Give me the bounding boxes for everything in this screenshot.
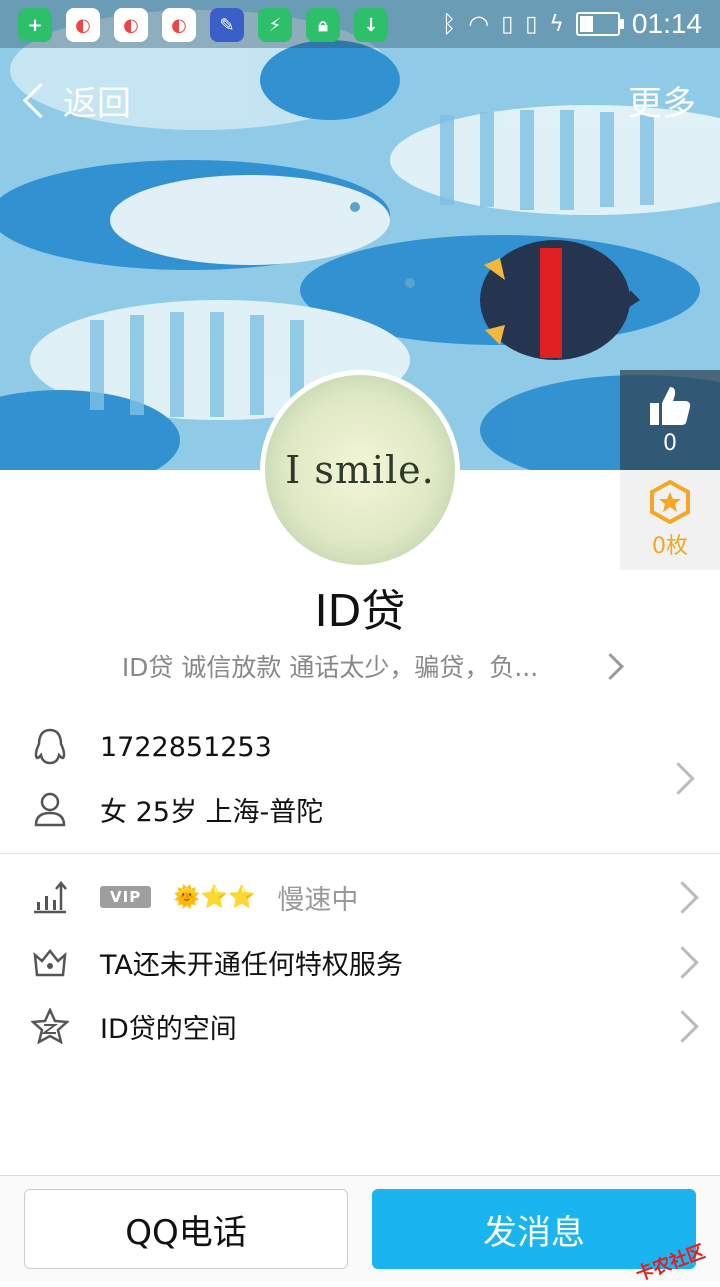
- chevron-right-icon: [597, 652, 624, 680]
- level-icons: 🌞⭐⭐: [173, 884, 256, 910]
- basic-info-row[interactable]: 女 25岁 上海-普陀: [0, 784, 720, 834]
- more-button[interactable]: 更多: [628, 76, 696, 125]
- level-info: VIP 🌞⭐⭐ 慢速中: [100, 878, 358, 917]
- space-row[interactable]: ID贷的空间: [0, 1001, 720, 1051]
- like-button[interactable]: 0: [620, 370, 720, 470]
- coin-button[interactable]: 0枚: [620, 470, 720, 570]
- chevron-right-icon: [666, 880, 699, 914]
- back-label: 返回: [63, 84, 131, 124]
- level-row[interactable]: VIP 🌞⭐⭐ 慢速中: [0, 872, 720, 922]
- bottom-action-bar: QQ电话 发消息 卡农社区: [0, 1175, 720, 1286]
- crown-icon: [30, 942, 70, 982]
- system-status: ᛒ ◠ ▯ ▯ ϟ 01:14: [442, 8, 702, 40]
- avatar[interactable]: I smile.: [260, 370, 460, 570]
- privilege-label: TA还未开通任何特权服务: [100, 949, 403, 981]
- browser-app-icon: ◐: [66, 8, 100, 42]
- qq-number-row[interactable]: 1722851253: [0, 722, 720, 772]
- chevron-right-icon: [666, 1009, 699, 1043]
- coin-count: 0枚: [652, 534, 688, 559]
- thumbs-up-icon: [650, 386, 691, 425]
- avatar-image: I smile.: [265, 375, 455, 565]
- nickname: ID贷: [314, 586, 406, 637]
- browser-app-icon: ◐: [114, 8, 148, 42]
- basic-info: 女 25岁 上海-普陀: [100, 796, 324, 828]
- divider: [0, 853, 720, 854]
- qq-number: 1722851253: [100, 731, 272, 763]
- sim1-icon: ▯: [501, 11, 514, 37]
- back-button[interactable]: 返回: [20, 76, 131, 125]
- battery-icon: [575, 12, 624, 36]
- penguin-icon: [30, 727, 70, 767]
- space-label: ID贷的空间: [100, 1013, 237, 1045]
- avatar-text: I smile.: [285, 448, 435, 492]
- vip-badge: VIP: [100, 886, 152, 908]
- charging-icon: ϟ: [549, 11, 564, 37]
- browser-app-icon: ◐: [162, 8, 196, 42]
- clock: 01:14: [631, 8, 702, 39]
- download-app-icon: ↓: [354, 8, 388, 42]
- qq-call-button[interactable]: QQ电话: [24, 1189, 348, 1269]
- signature-row[interactable]: ID贷 诚信放款 通话太少，骗贷，负...: [100, 648, 624, 684]
- tool-app-icon: ✎: [210, 8, 244, 42]
- shield-app-icon: ⚡: [258, 8, 292, 42]
- sim2-icon: ▯: [525, 11, 538, 37]
- level-chart-icon: [30, 877, 70, 917]
- coin-star-icon: [650, 480, 690, 524]
- chevron-right-icon: [666, 945, 699, 979]
- like-count: 0: [663, 430, 677, 456]
- speed-status: 慢速中: [277, 884, 359, 916]
- wifi-icon: ◠: [468, 10, 490, 38]
- top-nav: 返回 更多: [0, 62, 720, 132]
- bluetooth-icon: ᛒ: [441, 10, 457, 38]
- plus-app-icon: +: [18, 8, 52, 42]
- lock-app-icon: 🔒︎: [306, 8, 340, 42]
- chevron-left-icon: [22, 82, 59, 119]
- privilege-row[interactable]: TA还未开通任何特权服务: [0, 937, 720, 987]
- person-icon: [30, 789, 70, 829]
- qzone-star-icon: [30, 1006, 70, 1046]
- notification-icons: + ◐ ◐ ◐ ✎ ⚡ 🔒︎ ↓: [18, 8, 388, 42]
- signature-text: ID贷 诚信放款 通话太少，骗贷，负...: [121, 653, 539, 682]
- status-bar: + ◐ ◐ ◐ ✎ ⚡ 🔒︎ ↓ ᛒ ◠ ▯ ▯ ϟ 01:14: [0, 0, 720, 48]
